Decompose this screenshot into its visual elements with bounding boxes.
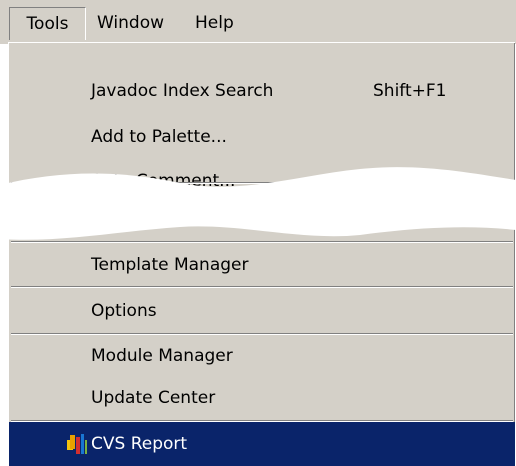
menu-item-module-manager[interactable]: Module Manager: [9, 334, 515, 378]
menu-item-shortcut: Shift+F1: [373, 81, 447, 101]
menu-item-template-manager[interactable]: Template Manager: [9, 243, 515, 287]
torn-page-gap: [0, 167, 516, 240]
cvs-report-icon: [67, 434, 87, 454]
application-screen: Tools Window Help Javadoc Index Search S…: [0, 0, 516, 466]
menu-item-update-center[interactable]: Update Center: [9, 376, 515, 420]
menu-bar: Tools Window Help: [0, 0, 516, 44]
tools-dropdown-menu: Javadoc Index Search Shift+F1 Add to Pal…: [8, 42, 515, 466]
menu-item-label: Template Manager: [91, 255, 249, 275]
menu-item-label: Module Manager: [91, 346, 233, 366]
menu-item-options[interactable]: Options: [9, 289, 515, 333]
menu-item-cvs-report[interactable]: CVS Report: [9, 422, 515, 466]
menu-item-label: CVS Report: [91, 434, 188, 454]
menu-separator: [11, 286, 513, 288]
menu-window[interactable]: Window: [97, 7, 181, 40]
menu-help[interactable]: Help: [195, 7, 249, 40]
menu-item-label: Options: [91, 301, 157, 321]
menu-item-javadoc-index-search[interactable]: Javadoc Index Search Shift+F1: [9, 69, 515, 113]
menu-item-label: Update Center: [91, 388, 216, 408]
menu-item-label: Javadoc Index Search: [91, 81, 274, 101]
menu-tools[interactable]: Tools: [9, 7, 86, 40]
